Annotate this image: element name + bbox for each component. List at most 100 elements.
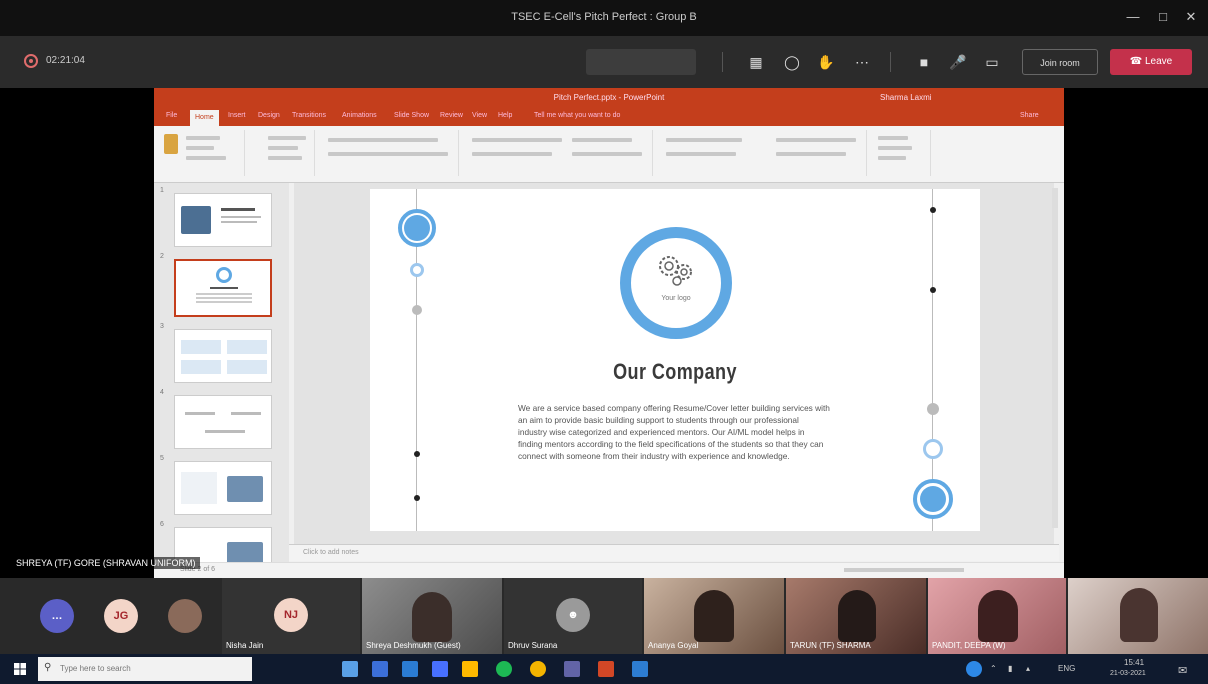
ppt-ribbon-tabs: File Home Insert Design Transitions Anim… (154, 108, 1064, 126)
camera-icon[interactable]: ■ (910, 50, 938, 74)
notes-pane[interactable]: Click to add notes (289, 544, 1059, 561)
participant-tile[interactable]: ☻ Dhruv Surana (504, 578, 642, 654)
notifications-icon[interactable]: ✉ (1178, 664, 1187, 677)
participants-icon[interactable]: ▦ (742, 50, 770, 74)
participant-tile[interactable]: NJ Nisha Jain (222, 578, 360, 654)
file-explorer-icon[interactable] (462, 661, 478, 677)
tab-file[interactable]: File (166, 112, 177, 119)
slide-thumbnails-pane: 1 2 3 4 5 6 (154, 183, 289, 563)
participant-name: Nisha Jain (226, 641, 264, 650)
drawing-group[interactable] (656, 130, 867, 176)
share-button[interactable]: Share (1020, 112, 1039, 119)
tab-design[interactable]: Design (258, 112, 280, 119)
powerpoint-window: Pitch Perfect.pptx - PowerPoint Sharma L… (154, 88, 1064, 578)
pen-icon[interactable] (342, 661, 358, 677)
timeline-ring (923, 439, 943, 459)
clipboard-group[interactable] (158, 130, 245, 176)
tab-animations[interactable]: Animations (342, 112, 377, 119)
slide-editing-area: Your logo Our Company We are a service b… (294, 183, 1054, 545)
participant-video[interactable]: Shreya Deshmukh (Guest) (362, 578, 502, 654)
tab-home[interactable]: Home (190, 110, 219, 126)
language-indicator[interactable]: ENG (1058, 664, 1075, 673)
maximize-icon[interactable]: □ (1152, 8, 1174, 26)
tab-insert[interactable]: Insert (228, 112, 246, 119)
zoom-slider[interactable] (844, 568, 964, 572)
minimize-icon[interactable]: — (1122, 8, 1144, 26)
participant-video[interactable] (1068, 578, 1208, 654)
participant-avatar[interactable]: … (40, 599, 74, 633)
vertical-scrollbar[interactable] (1052, 188, 1058, 528)
slide-canvas[interactable]: Your logo Our Company We are a service b… (370, 189, 980, 531)
meeting-control-bar: 02:21:04 ▦ ◯ ✋ ⋯ ■ 🎤 ▭ Join room ☎ Leave (0, 36, 1208, 88)
participant-name: TARUN (TF) SHARMA (790, 641, 871, 650)
word-icon[interactable] (402, 661, 418, 677)
ppt-title-bar: Pitch Perfect.pptx - PowerPoint Sharma L… (154, 88, 1064, 108)
app-icon[interactable] (432, 661, 448, 677)
participant-name: Ananya Goyal (648, 641, 699, 650)
leave-label: Leave (1144, 56, 1173, 67)
paragraph-group[interactable] (462, 130, 653, 176)
gears-icon (659, 256, 692, 286)
powerpoint-icon[interactable] (598, 661, 614, 677)
windows-taskbar: ⚲ Type here to search ⌃ ▮ ▴ ENG 15:41 21… (0, 654, 1208, 684)
editing-group[interactable] (870, 130, 931, 176)
sharing-indicator[interactable] (586, 49, 696, 75)
more-options-icon[interactable]: ⋯ (848, 50, 876, 74)
timeline-ring (410, 263, 424, 277)
windows-start-icon[interactable] (14, 663, 26, 675)
leave-button[interactable]: ☎ Leave (1110, 49, 1192, 75)
slide-body-text: We are a service based company offering … (518, 403, 830, 462)
user-tray-icon[interactable] (966, 661, 982, 677)
slide-thumbnail[interactable] (174, 259, 272, 317)
font-group[interactable] (318, 130, 459, 176)
participant-avatar: ☻ (556, 598, 590, 632)
chrome-icon[interactable] (530, 661, 546, 677)
participant-strip: … JG NJ Nisha Jain Shreya Deshmukh (Gues… (0, 578, 1208, 654)
recording-icon (24, 54, 38, 68)
slide-thumbnail[interactable] (174, 395, 272, 449)
taskbar-search-input[interactable]: ⚲ Type here to search (38, 657, 252, 681)
slides-group[interactable] (246, 130, 315, 176)
participant-name: Dhruv Surana (508, 641, 558, 650)
chat-icon[interactable]: ◯ (778, 50, 806, 74)
meeting-timer: 02:21:04 (46, 55, 85, 66)
tab-help[interactable]: Help (498, 112, 512, 119)
tab-view[interactable]: View (472, 112, 487, 119)
slide-thumbnail[interactable] (174, 329, 272, 383)
window-title: TSEC E-Cell's Pitch Perfect : Group B (511, 11, 697, 23)
tab-review[interactable]: Review (440, 112, 463, 119)
mic-icon[interactable]: 🎤 (944, 50, 972, 74)
reactions-icon[interactable]: ✋ (812, 50, 840, 74)
spotify-icon[interactable] (496, 661, 512, 677)
vscode-icon[interactable] (632, 661, 648, 677)
participant-video[interactable]: Ananya Goyal (644, 578, 784, 654)
tell-me-box[interactable]: Tell me what you want to do (534, 112, 620, 119)
ppt-status-bar: Slide 2 of 6 (154, 562, 1064, 578)
tab-transitions[interactable]: Transitions (292, 112, 326, 119)
logo-text: Your logo (661, 295, 691, 302)
window-title-bar: TSEC E-Cell's Pitch Perfect : Group B — … (0, 0, 1208, 36)
store-icon[interactable] (372, 661, 388, 677)
participant-name: PANDIT, DEEPA (W) (932, 641, 1006, 650)
participant-video[interactable]: PANDIT, DEEPA (W) (928, 578, 1066, 654)
close-icon[interactable]: ✕ (1180, 8, 1202, 26)
clock-time[interactable]: 15:41 (1124, 658, 1144, 667)
participant-name: Shreya Deshmukh (Guest) (366, 641, 461, 650)
tab-slide-show[interactable]: Slide Show (394, 112, 429, 119)
slide-title: Our Company (613, 359, 737, 384)
wifi-icon[interactable]: ▴ (1026, 664, 1030, 673)
participant-avatar[interactable]: JG (104, 599, 138, 633)
ppt-user-name: Sharma Laxmi (880, 93, 932, 102)
slide-thumbnail[interactable] (174, 193, 272, 247)
tray-chevron-icon[interactable]: ⌃ (990, 664, 997, 673)
share-screen-icon[interactable]: ▭ (978, 50, 1006, 74)
search-icon: ⚲ (44, 662, 52, 673)
battery-icon[interactable]: ▮ (1008, 664, 1012, 673)
join-room-button[interactable]: Join room (1022, 49, 1098, 75)
clock-date[interactable]: 21-03-2021 (1110, 670, 1146, 677)
participant-video[interactable]: TARUN (TF) SHARMA (786, 578, 926, 654)
teams-icon[interactable] (564, 661, 580, 677)
participant-avatar[interactable] (168, 599, 202, 633)
slide-thumbnail[interactable] (174, 461, 272, 515)
company-logo: Your logo (620, 227, 732, 339)
